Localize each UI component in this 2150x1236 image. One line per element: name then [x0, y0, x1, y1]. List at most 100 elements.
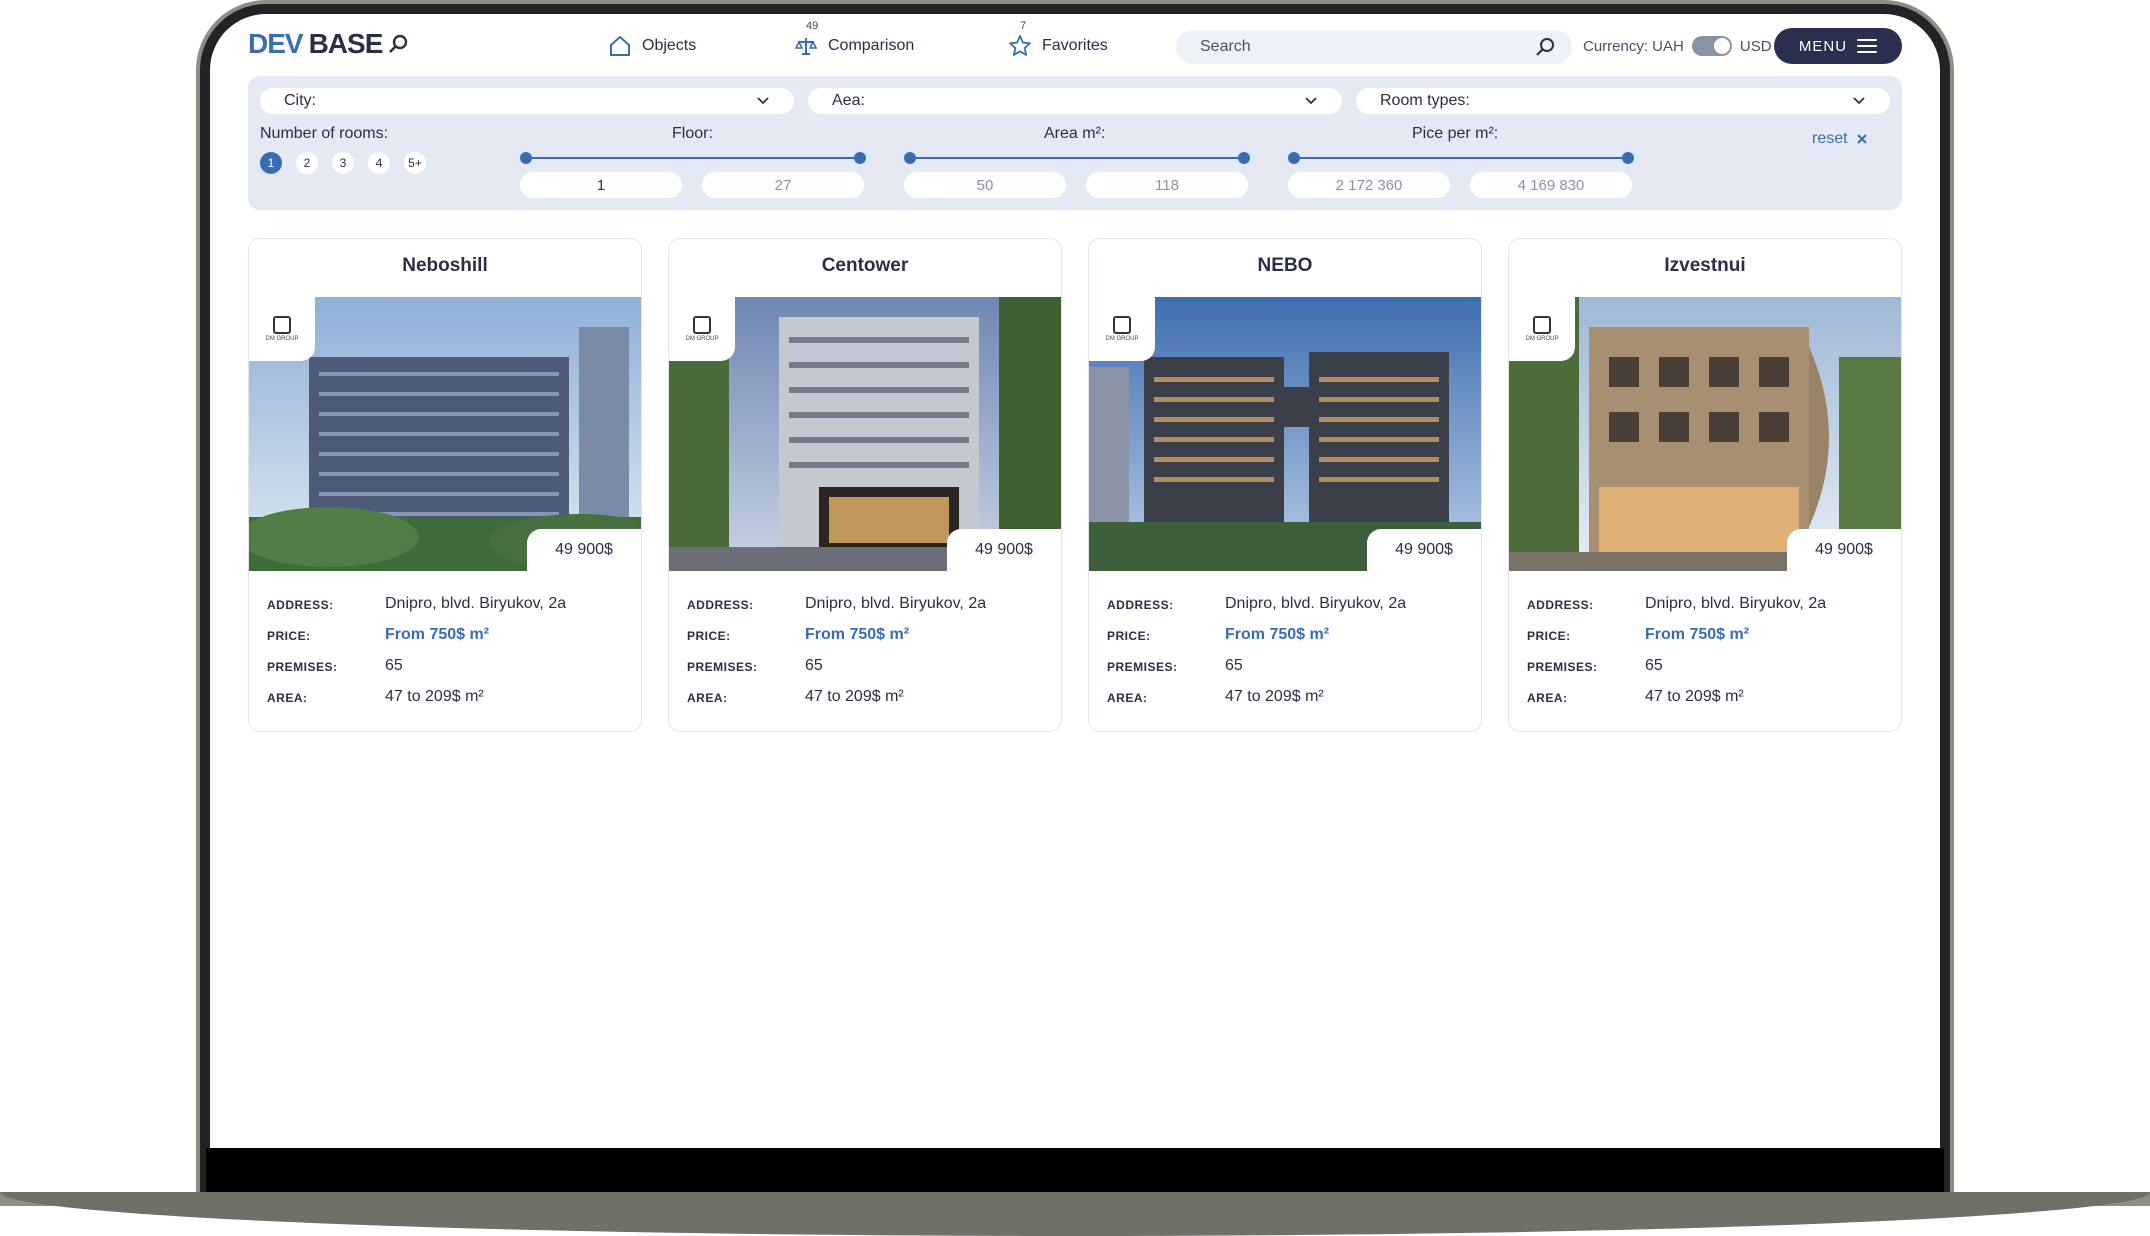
spec-address: ADDRESS: Dnipro, blvd. Biryukov, 2a: [687, 595, 986, 613]
home-icon: [610, 36, 630, 56]
floor-slider[interactable]: [520, 152, 866, 164]
developer-mark-icon: [1113, 316, 1131, 334]
spec-key: ADDRESS:: [687, 598, 754, 612]
spec-value: 47 to 209$ m²: [805, 688, 904, 705]
spec-premises: PREMISES: 65: [267, 657, 403, 675]
rooms-label: Number of rooms:: [260, 125, 389, 142]
area-max-input[interactable]: 118: [1086, 172, 1248, 198]
card-title: Izvestnui: [1664, 255, 1746, 276]
area-range-label: Area m²:: [1044, 125, 1106, 142]
search-placeholder: Search: [1200, 38, 1251, 55]
room-option-3[interactable]: 3: [332, 152, 354, 174]
currency-label: Currency: UAH: [1583, 37, 1684, 55]
floor-max-handle[interactable]: [854, 152, 866, 164]
magnifier-logo-icon: [389, 34, 408, 53]
filter-panel: City: Aea: Room types: Number of rooms: …: [248, 76, 1902, 210]
spec-key: PREMISES:: [687, 660, 758, 674]
nav-objects[interactable]: Objects: [608, 34, 696, 58]
price-max-handle[interactable]: [1622, 152, 1634, 164]
scales-icon: [794, 38, 818, 55]
floor-max-input[interactable]: 27: [702, 172, 864, 198]
area-slider[interactable]: [904, 152, 1250, 164]
spec-value: 65: [385, 657, 403, 674]
spec-price: PRICE: From 750$ m²: [267, 626, 489, 644]
spec-address: ADDRESS: Dnipro, blvd. Biryukov, 2a: [1527, 595, 1826, 613]
spec-value: Dnipro, blvd. Biryukov, 2a: [805, 595, 987, 612]
spec-value: From 750$ m²: [1645, 626, 1750, 643]
spec-area: AREA: 47 to 209$ m²: [687, 688, 904, 706]
close-icon: [1856, 134, 1867, 144]
city-dropdown[interactable]: City:: [260, 88, 794, 114]
price-slider[interactable]: [1288, 152, 1634, 164]
price-max-input[interactable]: 4 169 830: [1470, 172, 1632, 198]
spec-price: PRICE: From 750$ m²: [1107, 626, 1329, 644]
price-min-input[interactable]: 2 172 360: [1288, 172, 1450, 198]
developer-logo: DM GROUP: [669, 297, 735, 361]
search-icon[interactable]: [1534, 36, 1556, 58]
card-title: NEBO: [1257, 255, 1313, 276]
developer-logo: DM GROUP: [1509, 297, 1575, 361]
spec-price: PRICE: From 750$ m²: [1527, 626, 1749, 644]
spec-key: AREA:: [267, 691, 308, 705]
developer-name: DM GROUP: [1525, 336, 1559, 342]
spec-value: 47 to 209$ m²: [385, 688, 484, 705]
search-input[interactable]: Search: [1176, 30, 1572, 64]
spec-value: From 750$ m²: [805, 626, 910, 643]
spec-key: ADDRESS:: [267, 598, 334, 612]
favorites-count-badge: 7: [1020, 20, 1027, 32]
spec-premises: PREMISES: 65: [687, 657, 823, 675]
spec-value: From 750$ m²: [1225, 626, 1330, 643]
area-max-handle[interactable]: [1238, 152, 1250, 164]
area-min-input[interactable]: 50: [904, 172, 1066, 198]
room-option-4[interactable]: 4: [368, 152, 390, 174]
spec-key: PREMISES:: [1527, 660, 1598, 674]
property-card[interactable]: Izvestnui DM GROUP 49 900$ ADDRESS: Dnipr…: [1508, 238, 1902, 732]
logo-part-2: BASE: [308, 28, 384, 59]
nav-favorites-label: Favorites: [1042, 37, 1108, 54]
price-badge: 49 900$: [1367, 529, 1481, 571]
spec-key: PRICE:: [1107, 629, 1151, 643]
price-min-handle[interactable]: [1288, 152, 1300, 164]
developer-logo: DM GROUP: [1089, 297, 1155, 361]
room-option-2[interactable]: 2: [296, 152, 318, 174]
spec-premises: PREMISES: 65: [1107, 657, 1243, 675]
menu-button[interactable]: MENU: [1774, 28, 1902, 64]
nav-comparison[interactable]: 49 Comparison: [794, 20, 914, 58]
logo[interactable]: DEV BASE: [248, 28, 410, 60]
screen: DEV BASE Objects 49 Comparison 7 Favorite…: [210, 14, 1940, 1148]
laptop-chin: [206, 1148, 1944, 1194]
reset-button[interactable]: reset: [1812, 130, 1868, 148]
price-badge: 49 900$: [527, 529, 641, 571]
room-option-5plus[interactable]: 5+: [404, 152, 426, 174]
room-option-1[interactable]: 1: [260, 152, 282, 174]
spec-value: Dnipro, blvd. Biryukov, 2a: [1645, 595, 1827, 612]
nav-favorites[interactable]: 7 Favorites: [1008, 20, 1108, 58]
spec-value: 65: [1225, 657, 1243, 674]
spec-key: AREA:: [1107, 691, 1148, 705]
developer-mark-icon: [1533, 316, 1551, 334]
spec-address: ADDRESS: Dnipro, blvd. Biryukov, 2a: [267, 595, 566, 613]
area-min-handle[interactable]: [904, 152, 916, 164]
currency-toggle[interactable]: [1691, 36, 1732, 56]
area-dropdown[interactable]: Aea:: [808, 88, 1342, 114]
spec-area: AREA: 47 to 209$ m²: [1527, 688, 1744, 706]
currency-switch: Currency: UAH USD: [1583, 36, 1772, 56]
card-title: Centower: [821, 255, 909, 276]
chevron-down-icon: [1853, 97, 1865, 105]
spec-key: PREMISES:: [267, 660, 338, 674]
logo-part-1: DEV: [248, 28, 304, 59]
developer-logo: DM GROUP: [249, 297, 315, 361]
card-title: Neboshill: [402, 255, 488, 276]
spec-key: AREA:: [1527, 691, 1568, 705]
spec-key: ADDRESS:: [1527, 598, 1594, 612]
spec-premises: PREMISES: 65: [1527, 657, 1663, 675]
price-badge: 49 900$: [947, 529, 1061, 571]
floor-min-handle[interactable]: [520, 152, 532, 164]
property-card[interactable]: Neboshill DM GROUP 49 900$ ADDRESS: Dnipr…: [248, 238, 642, 732]
room-types-dropdown[interactable]: Room types:: [1356, 88, 1890, 114]
floor-min-input[interactable]: 1: [520, 172, 682, 198]
property-card[interactable]: Centower DM GROUP 49 900$ ADDRESS: Dnipro…: [668, 238, 1062, 732]
spec-key: PREMISES:: [1107, 660, 1178, 674]
property-card[interactable]: NEBO DM GROUP 49 900$ ADDRESS: Dnipro, bl…: [1088, 238, 1482, 732]
comparison-count-badge: 49: [806, 20, 819, 32]
